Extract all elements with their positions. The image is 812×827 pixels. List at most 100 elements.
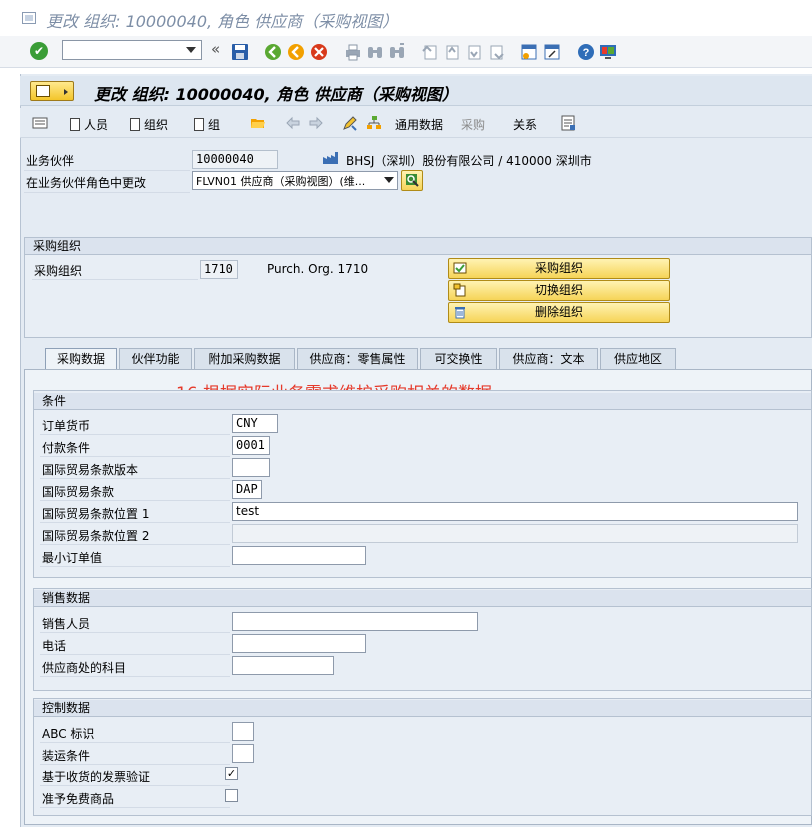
shipping-conditions-label: 装运条件 [42, 749, 91, 763]
tab-label: 伙伴功能 [131, 352, 180, 366]
command-field[interactable] [62, 40, 202, 60]
find-next-icon[interactable] [388, 43, 406, 61]
free-goods-checkbox[interactable] [225, 789, 238, 802]
shortcut-icon[interactable] [543, 43, 561, 61]
min-order-value-field[interactable] [232, 546, 366, 565]
tab-label: 采购数据 [56, 352, 105, 366]
magnifier-icon [406, 174, 419, 187]
group-button[interactable]: 组 [194, 116, 220, 133]
tab-additional-purchasing-data[interactable]: 附加采购数据 [194, 348, 295, 369]
print-icon[interactable] [344, 43, 362, 61]
switch-org-button-label: 切换组织 [534, 283, 583, 297]
telephone-label: 电话 [42, 639, 67, 653]
order-currency-label: 订单货币 [42, 419, 91, 433]
open-folder-icon[interactable] [250, 115, 266, 131]
abc-indicator-label: ABC 标识 [42, 727, 95, 741]
window-title-bar: 更改 组织: 10000040, 角色 供应商（采购视图） [0, 0, 812, 36]
next-page-icon[interactable] [465, 43, 483, 61]
window-icon [22, 12, 36, 24]
divider [24, 192, 190, 193]
customize-layout-icon[interactable] [599, 43, 617, 61]
telephone-field[interactable] [232, 634, 366, 653]
trash-icon [455, 307, 465, 319]
shipping-conditions-field[interactable] [232, 744, 254, 763]
menu-icon [36, 85, 50, 97]
divider [32, 279, 198, 280]
back-chevron-icon[interactable]: « [211, 40, 220, 58]
tab-interchangeability[interactable]: 可交换性 [420, 348, 497, 369]
organization-button[interactable]: 组织 [130, 116, 168, 133]
salesperson-field[interactable] [232, 612, 478, 631]
bp-label: 业务伙伴 [26, 154, 75, 168]
hierarchy-icon[interactable] [366, 115, 382, 131]
divider [40, 764, 230, 765]
incoterms-location-1-field[interactable]: test [232, 502, 798, 521]
purchasing-button[interactable]: 采购 [461, 116, 485, 133]
checked-doc-icon [453, 262, 467, 274]
relationships-button[interactable]: 关系 [513, 116, 537, 133]
conditions-group: 条件 [33, 390, 812, 578]
conditions-group-title: 条件 [34, 393, 811, 410]
tab-supply-regions[interactable]: 供应地区 [600, 348, 676, 369]
payment-terms-field[interactable]: 0001 [232, 436, 270, 455]
bp-description: BHSJ（深圳）股份有限公司 / 410000 深圳市 [346, 154, 592, 168]
general-data-button[interactable]: 通用数据 [395, 116, 443, 133]
help-icon[interactable]: ? [577, 43, 595, 61]
tab-vendor-texts[interactable]: 供应商：文本 [499, 348, 598, 369]
role-select[interactable]: FLVN01 供应商（采购视图）(维... [192, 171, 398, 190]
chevron-down-icon[interactable] [384, 177, 394, 183]
salesperson-label: 销售人员 [42, 617, 91, 631]
arrow-right-icon[interactable] [308, 115, 324, 131]
edit-pencil-icon[interactable] [342, 115, 358, 131]
incoterms-location-2-field[interactable] [232, 524, 798, 543]
chevron-down-icon[interactable] [186, 47, 196, 53]
purch-org-description: Purch. Org. 1710 [267, 262, 369, 276]
exit-icon[interactable] [287, 43, 305, 61]
create-session-icon[interactable] [520, 43, 538, 61]
tab-label: 可交换性 [434, 352, 483, 366]
arrow-left-icon[interactable] [285, 115, 301, 131]
application-toolbar: 人员 组织 组 通用数据 采购 关系 [20, 108, 812, 138]
delete-org-button[interactable]: 删除组织 [448, 302, 670, 323]
divider [40, 632, 230, 633]
document-icon [130, 118, 140, 131]
find-icon[interactable] [366, 43, 384, 61]
previous-page-icon[interactable] [443, 43, 461, 61]
display-log-icon[interactable] [560, 115, 576, 131]
tab-label: 附加采购数据 [208, 352, 281, 366]
divider [40, 785, 230, 786]
abc-indicator-field[interactable] [232, 722, 254, 741]
switch-view-icon[interactable] [32, 115, 48, 131]
first-page-icon[interactable] [421, 43, 439, 61]
bp-number-field[interactable]: 10000040 [192, 150, 278, 169]
group-button-label: 组 [208, 118, 221, 132]
switch-doc-icon [453, 283, 466, 297]
enter-check-icon[interactable]: ✔ [30, 42, 48, 60]
purch-org-button[interactable]: 采购组织 [448, 258, 670, 279]
person-button[interactable]: 人员 [70, 116, 108, 133]
delete-org-button-label: 删除组织 [534, 305, 583, 319]
gr-based-iv-checkbox[interactable]: ✓ [225, 767, 238, 780]
purch-org-button-label: 采购组织 [534, 261, 583, 275]
last-page-icon[interactable] [487, 43, 505, 61]
incoterms-version-field[interactable] [232, 458, 270, 477]
gr-based-iv-label: 基于收货的发票验证 [42, 770, 151, 784]
role-details-button[interactable] [401, 170, 423, 191]
back-icon[interactable] [264, 43, 282, 61]
page-title: 更改 组织: 10000040, 角色 供应商（采购视图） [94, 85, 458, 104]
purch-org-field[interactable]: 1710 [200, 260, 238, 279]
menu-button[interactable] [30, 81, 74, 101]
cancel-icon[interactable] [310, 43, 328, 61]
tab-retail-attributes[interactable]: 供应商：零售属性 [297, 348, 418, 369]
account-at-vendor-field[interactable] [232, 656, 334, 675]
switch-org-button[interactable]: 切换组织 [448, 280, 670, 301]
order-currency-field[interactable]: CNY [232, 414, 278, 433]
tab-partner-functions[interactable]: 伙伴功能 [119, 348, 192, 369]
divider [40, 654, 230, 655]
tab-label: 供应商：文本 [512, 352, 585, 366]
save-icon[interactable] [231, 43, 249, 61]
divider [40, 500, 230, 501]
incoterms-field[interactable]: DAP [232, 480, 262, 499]
tab-purchasing-data[interactable]: 采购数据 [45, 348, 117, 370]
free-goods-label: 准予免费商品 [42, 792, 115, 806]
